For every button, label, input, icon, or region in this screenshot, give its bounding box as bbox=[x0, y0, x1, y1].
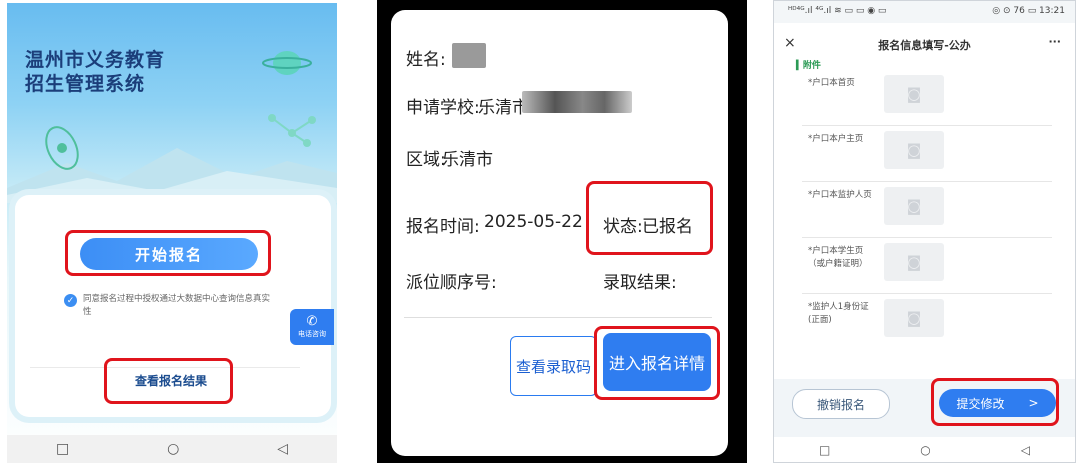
phone-consult-button[interactable]: ✆ 电话咨询 bbox=[290, 309, 334, 345]
back-nav-icon[interactable]: ◁ bbox=[277, 441, 288, 457]
upload-label: *户口本监护人页 bbox=[808, 190, 872, 200]
camera-icon[interactable]: ◙ bbox=[884, 187, 944, 225]
molecule-icon bbox=[268, 114, 316, 147]
page-header: × 报名信息填写-公办 ··· bbox=[774, 31, 1075, 57]
time-value: 2025-05-22 bbox=[484, 212, 583, 232]
home-nav-icon[interactable]: ○ bbox=[920, 443, 930, 457]
time-label: 报名时间: bbox=[406, 217, 480, 237]
camera-icon[interactable]: ◙ bbox=[884, 131, 944, 169]
upload-row: *监护人1身份证(正面) ◙ bbox=[802, 293, 1052, 349]
recents-nav-icon[interactable]: □ bbox=[819, 443, 830, 457]
upload-row: *户口本学生页（或户籍证明） ◙ bbox=[802, 237, 1052, 294]
back-nav-icon[interactable]: ◁ bbox=[1021, 443, 1030, 457]
highlight-status bbox=[586, 181, 713, 255]
camera-icon[interactable]: ◙ bbox=[884, 75, 944, 113]
school-redacted bbox=[522, 91, 632, 113]
page-title: 报名信息填写-公办 bbox=[878, 39, 971, 52]
phone-icon: ✆ bbox=[306, 314, 318, 329]
more-icon[interactable]: ··· bbox=[1048, 35, 1061, 48]
upload-label: *户口本户主页 bbox=[808, 134, 864, 144]
recents-nav-icon[interactable]: □ bbox=[56, 441, 69, 457]
phone-consult-label: 电话咨询 bbox=[298, 330, 326, 338]
upload-row: *户口本首页 ◙ bbox=[802, 69, 1052, 126]
view-admission-code-button[interactable]: 查看录取码 bbox=[510, 336, 597, 396]
highlight-submit-button bbox=[931, 378, 1059, 426]
result-label: 录取结果: bbox=[603, 273, 677, 293]
highlight-view-result bbox=[104, 358, 233, 404]
planet-icon bbox=[262, 51, 312, 75]
agreement-text: 同意报名过程中授权通过大数据中心查询信息真实性 bbox=[83, 294, 271, 317]
upload-label: *户口本学生页（或户籍证明） bbox=[808, 246, 868, 269]
area-value: 乐清市 bbox=[442, 150, 493, 170]
upload-label: *监护人1身份证(正面) bbox=[808, 302, 869, 325]
upload-label: *户口本首页 bbox=[808, 78, 855, 88]
home-nav-icon[interactable]: ○ bbox=[167, 441, 179, 457]
camera-icon[interactable]: ◙ bbox=[884, 299, 944, 337]
name-redacted bbox=[452, 43, 486, 68]
upload-row: *户口本监护人页 ◙ bbox=[802, 181, 1052, 238]
app-title-line2: 招生管理系统 bbox=[25, 73, 146, 95]
order-label: 派位顺序号: bbox=[406, 273, 497, 293]
android-nav-bar: □ ○ ◁ bbox=[7, 435, 337, 463]
divider bbox=[404, 317, 712, 318]
highlight-detail-button bbox=[594, 326, 720, 400]
camera-icon[interactable]: ◙ bbox=[884, 243, 944, 281]
area-label: 区域: bbox=[406, 150, 446, 170]
atom-icon bbox=[45, 126, 79, 170]
highlight-start-button bbox=[65, 230, 271, 276]
phone-status-bar: ᴴᴰ⁴ᴳ.ıl ⁴ᴳ.ıl ≋ ▭ ▭ ◉ ▭ ◎ ⊙ 76 ▭ 13:21 bbox=[774, 1, 1075, 23]
status-icons-right: ◎ ⊙ 76 ▭ 13:21 bbox=[992, 6, 1065, 16]
status-icons-left: ᴴᴰ⁴ᴳ.ıl ⁴ᴳ.ıl ≋ ▭ ▭ ◉ ▭ bbox=[788, 6, 887, 16]
android-nav-bar: □ ○ ◁ bbox=[774, 437, 1075, 462]
school-label: 申请学校: bbox=[406, 98, 480, 118]
upload-row: *户口本户主页 ◙ bbox=[802, 125, 1052, 182]
check-icon[interactable]: ✓ bbox=[64, 294, 77, 307]
agreement-row[interactable]: ✓ 同意报名过程中授权通过大数据中心查询信息真实性 bbox=[64, 293, 273, 319]
name-label: 姓名: bbox=[406, 50, 446, 70]
cancel-registration-button[interactable]: 撤销报名 bbox=[792, 389, 890, 419]
app-title-line1: 温州市义务教育 bbox=[25, 49, 166, 71]
